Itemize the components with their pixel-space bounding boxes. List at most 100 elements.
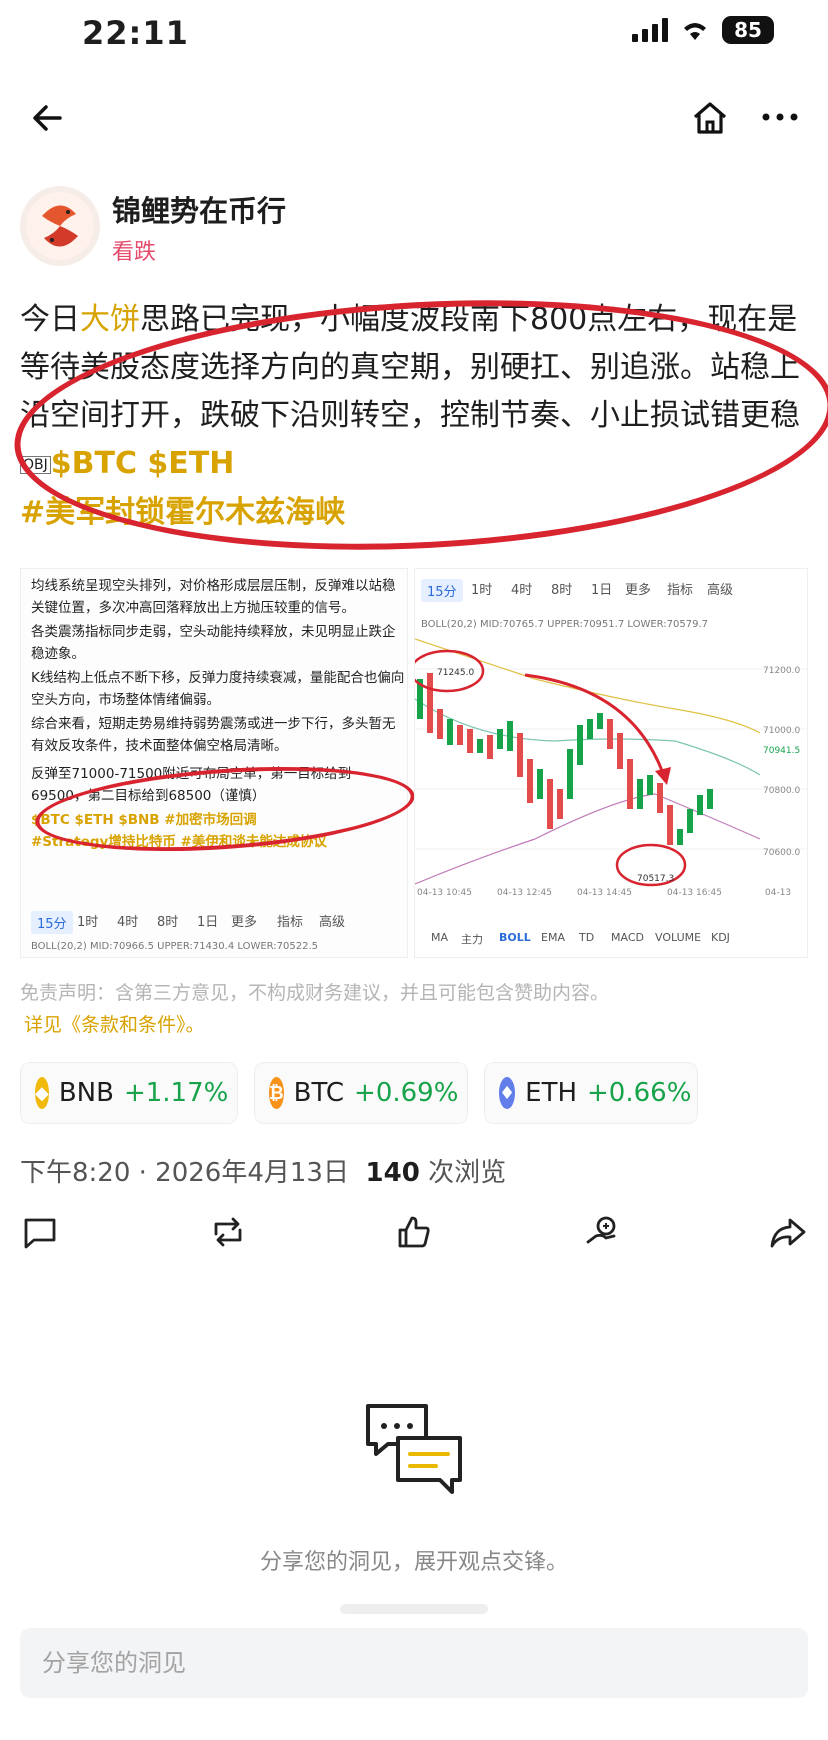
obj-placeholder: OBJ: [20, 455, 51, 474]
left-tab-indicators: 指标: [277, 915, 304, 930]
time-axis-4: 04-13 16:45: [667, 888, 722, 898]
view-count: 140: [365, 1158, 420, 1188]
right-tab-more: 更多: [625, 583, 652, 598]
coin-chips: ◆ BNB +1.17% ₿ BTC +0.69% ♦ ETH +0.66%: [20, 1062, 820, 1124]
coin-symbol: BTC: [293, 1078, 345, 1108]
indicator-tab-macd: MACD: [611, 931, 644, 944]
signal-icon: [632, 18, 668, 42]
sheet-handle: [340, 1604, 488, 1614]
post-body: 今日大饼思路已完现，小幅度波段南下800点左右，现在是等待美股态度选择方向的真空…: [20, 296, 820, 537]
post-datetime: 下午8:20 · 2026年4月13日: [20, 1158, 349, 1188]
analysis-para-4: 综合来看，短期走势易维持弱势震荡或进一步下行，多头暂无有效反攻条件，技术面整体偏…: [31, 716, 396, 754]
left-tab-8h: 8时: [157, 915, 179, 930]
analysis-text-panel: 均线系统呈现空头排列，对价格形成层层压制，反弹难以站稳关键位置，多次冲高回落释放…: [20, 568, 418, 958]
analysis-para-1: 均线系统呈现空头排列，对价格形成层层压制，反弹难以站稳关键位置，多次冲高回落释放…: [31, 578, 396, 616]
empty-comments: 分享您的洞见，展开观点交锋。: [0, 1400, 828, 1600]
time-axis-2: 04-13 12:45: [497, 888, 552, 898]
high-price-label: 71245.0: [437, 668, 474, 678]
repost-icon[interactable]: [208, 1212, 248, 1252]
time-axis-3: 04-13 14:45: [577, 888, 632, 898]
coin-chip-btc[interactable]: ₿ BTC +0.69%: [254, 1062, 468, 1124]
left-tab-15m: 15分: [31, 911, 73, 934]
coin-change: +0.69%: [354, 1078, 459, 1108]
avatar[interactable]: [20, 186, 100, 266]
sentiment-tag: 看跌: [112, 240, 157, 265]
left-tab-advanced: 高级: [319, 915, 346, 930]
coin-change: +1.17%: [123, 1078, 229, 1108]
indicator-tab-ema: EMA: [541, 931, 565, 944]
left-tab-1d: 1日: [197, 915, 219, 930]
coin-chip-eth[interactable]: ♦ ETH +0.66%: [484, 1062, 698, 1124]
post-meta: 下午8:20 · 2026年4月13日 140 次浏览: [20, 1152, 506, 1189]
right-tab-1h: 1时: [471, 583, 493, 598]
chat-bubbles-icon: [366, 1404, 462, 1494]
status-icons: 85: [632, 16, 774, 44]
indicator-tab-boll: BOLL: [499, 931, 531, 944]
post-highlight-bigcake[interactable]: 大饼: [80, 302, 140, 337]
koi-logo-icon: [26, 192, 94, 260]
status-time: 22:11: [82, 14, 189, 52]
action-bar: [0, 1208, 828, 1258]
low-price-label: 70517.3: [637, 874, 674, 884]
kline-chart-panel: 15分 1时 4时 8时 1日 更多 指标 高级 BOLL(20,2) MID:…: [414, 568, 809, 958]
indicator-tab-kdj: KDJ: [711, 931, 730, 944]
indicator-tab-volume: VOLUME: [655, 931, 702, 944]
more-options-icon[interactable]: [760, 102, 800, 132]
comment-input[interactable]: [42, 1642, 782, 1684]
right-tab-advanced: 高级: [707, 583, 734, 598]
candles: [417, 673, 713, 845]
empty-comments-text: 分享您的洞见，展开观点交锋。: [259, 1550, 568, 1575]
analysis-para-2: 各类震荡指标同步走弱，空头动能持续释放，未见明显止跌企稳迹象。: [31, 624, 396, 662]
price-axis-71200: 71200.0: [763, 666, 800, 676]
btc-icon: ₿: [269, 1077, 284, 1109]
right-interval-tabs: 15分 1时 4时 8时 1日 更多 指标 高级: [415, 575, 809, 602]
time-axis-5: 04-13: [765, 888, 791, 898]
battery-indicator: 85: [722, 16, 774, 44]
indicator-tab-main: 主力: [461, 933, 483, 946]
share-icon[interactable]: [768, 1212, 808, 1252]
price-axis-current: 70941.5: [763, 746, 800, 756]
post-image[interactable]: 均线系统呈现空头排列，对价格形成层层压制，反弹难以站稳关键位置，多次冲高回落释放…: [20, 568, 809, 958]
right-tab-15m: 15分: [421, 579, 463, 602]
home-icon[interactable]: [690, 98, 730, 138]
indicator-tab-ma: MA: [431, 931, 449, 944]
status-bar: 22:11 85: [0, 0, 828, 64]
kline-chart: 71245.0 70517.3 71200.0 71000.0 70941.5 …: [415, 638, 809, 898]
nav-bar: [0, 88, 828, 148]
tip-icon[interactable]: [582, 1212, 622, 1252]
coin-change: +0.66%: [587, 1078, 692, 1108]
comment-icon[interactable]: [20, 1212, 60, 1252]
coin-symbol: ETH: [525, 1078, 578, 1108]
left-tab-more: 更多: [231, 915, 258, 930]
right-tab-4h: 4时: [511, 583, 533, 598]
price-axis-70800: 70800.0: [763, 786, 800, 796]
price-axis-71000: 71000.0: [763, 726, 800, 736]
time-axis-1: 04-13 10:45: [417, 888, 472, 898]
post-hashtag[interactable]: #美军封锁霍尔木兹海峡: [20, 495, 345, 530]
coin-symbol: BNB: [58, 1078, 114, 1108]
post-cashtags[interactable]: $BTC $ETH: [51, 446, 235, 481]
disclaimer: 免责声明：含第三方意见，不构成财务建议，并且可能包含赞助内容。: [20, 982, 610, 1004]
right-tab-8h: 8时: [551, 583, 573, 598]
eth-icon: ♦: [499, 1077, 516, 1109]
author-name[interactable]: 锦鲤势在币行: [112, 188, 286, 230]
left-boll-readout: BOLL(20,2) MID:70966.5 UPPER:71430.4 LOW…: [31, 941, 319, 952]
analysis-para-3: K线结构上低点不断下移，反弹力度持续衰减，量能配合也偏向空头方向，市场整体情绪偏…: [31, 670, 405, 708]
price-axis-70600: 70600.0: [763, 848, 800, 858]
author-header[interactable]: 锦鲤势在币行 看跌: [20, 182, 720, 268]
bnb-icon: ◆: [35, 1077, 49, 1109]
back-arrow-icon[interactable]: [30, 100, 66, 136]
like-icon[interactable]: [394, 1212, 434, 1252]
indicator-tab-td: TD: [579, 931, 595, 944]
comment-input-bar: [20, 1628, 808, 1698]
right-tab-indicators: 指标: [667, 583, 694, 598]
post-text-start: 今日: [20, 302, 80, 337]
left-tab-4h: 4时: [117, 915, 139, 930]
terms-link[interactable]: 详见《条款和条件》。: [24, 1010, 205, 1037]
left-tab-1h: 1时: [77, 915, 99, 930]
right-tab-1d: 1日: [591, 583, 613, 598]
coin-chip-bnb[interactable]: ◆ BNB +1.17%: [20, 1062, 238, 1124]
left-interval-tabs: 15分 1时 4时 8时 1日 更多 指标 高级: [21, 905, 409, 935]
view-label: 次浏览: [428, 1158, 507, 1188]
wifi-icon: [684, 23, 706, 40]
